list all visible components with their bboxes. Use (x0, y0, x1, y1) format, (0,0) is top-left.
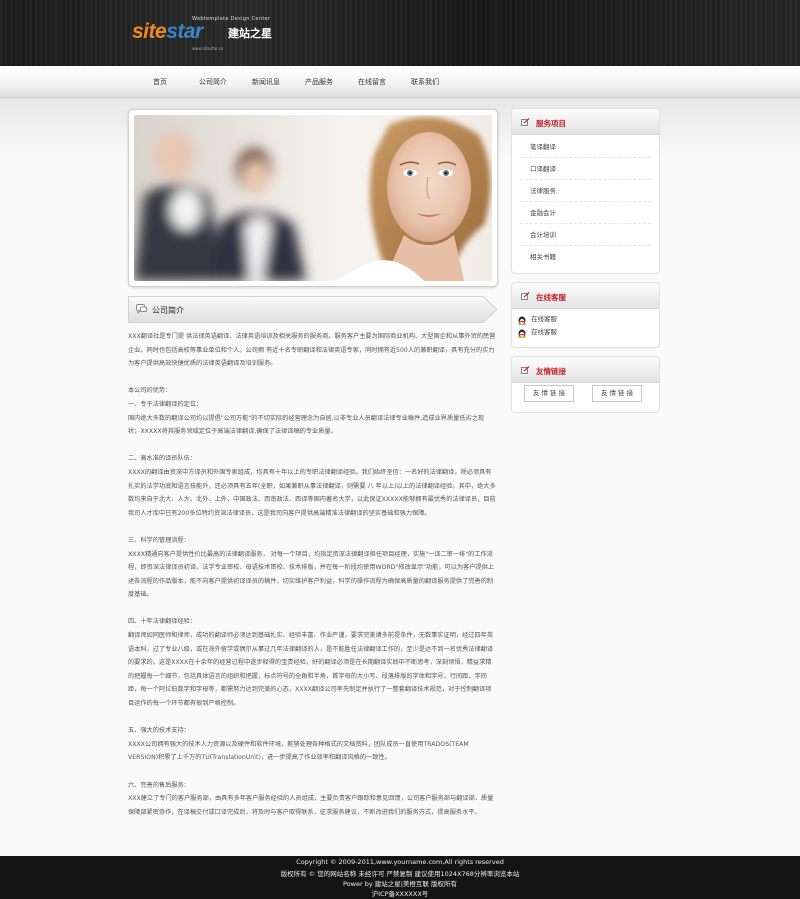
site-footer: Copyright © 2009-2011,www.yourname.com,A… (0, 856, 800, 899)
service-item-training[interactable]: 会计培训 (520, 224, 651, 246)
advantage-heading-3: 三、科学的管理流程： (128, 536, 190, 544)
logo-name-part1: site (132, 20, 167, 43)
support-item-1[interactable]: 在线客服 (515, 313, 659, 326)
nav-item-products[interactable]: 产品服务 (305, 77, 333, 87)
links-title: 友情链接 (536, 367, 566, 376)
friend-link-button-1[interactable]: 友 情 链 接 (524, 385, 574, 402)
advantage-body-6: XXX建立了专门的客户服务部，由具有多年客户服务经验的人员组成，主要负责客户跟踪… (128, 795, 494, 816)
support-header: 在线客服 (512, 283, 659, 309)
qq-icon (517, 329, 527, 338)
section-heading: 公司简介 (128, 296, 498, 323)
edit-icon (521, 118, 530, 126)
service-item-oral[interactable]: 口译翻译 (520, 158, 651, 180)
friend-link-button-2[interactable]: 友 情 链 接 (592, 385, 642, 402)
advantage-heading-5: 五、强大的技术支持： (128, 727, 190, 735)
logo-url: www.sitestar.cn (192, 46, 224, 51)
footer-rights: 版权所有 © 您的网站名称 未经许可 严禁复制 建议使用1024X768分辨率浏… (280, 870, 520, 878)
banner-image (134, 115, 492, 281)
support-title: 在线客服 (536, 293, 566, 302)
services-box: 服务项目 笔译翻译 口译翻译 法律服务 金融会计 会计培训 相关书籍 (511, 108, 660, 274)
logo-tagline: Webtemplate Design Center (192, 16, 271, 22)
service-item-finance[interactable]: 金融会计 (520, 202, 651, 224)
service-item-written[interactable]: 笔译翻译 (520, 136, 651, 158)
advantage-heading-4: 四、十年法律翻译经验： (128, 618, 197, 626)
nav-item-home[interactable]: 首页 (153, 77, 167, 87)
links-header: 友情链接 (512, 357, 659, 383)
edit-icon (521, 292, 530, 300)
intro-paragraph: XXX翻译社是专门提 供法律英语翻译、法律英语培训及相关服务的服务商。服务客户主… (128, 333, 496, 368)
advantage-heading-1: 一、专于法律翻译的定位： (128, 400, 203, 408)
chat-bubble-icon (136, 304, 147, 314)
support-item-2[interactable]: 在线客服 (515, 326, 659, 339)
company-intro-article: XXX翻译社是专门提 供法律英语翻译、法律英语培训及相关服务的服务商。服务客户主… (128, 330, 496, 819)
section-title: 公司简介 (152, 306, 184, 315)
links-box: 友情链接 友 情 链 接 友 情 链 接 (511, 356, 660, 413)
site-header: Webtemplate Design Center sitestar 建站之星 … (0, 0, 800, 66)
services-header: 服务项目 (512, 109, 659, 135)
footer-powered-by: Power by 建站之星|美橙互联 版权所有 (342, 880, 457, 888)
logo-name-part2: star (166, 20, 203, 43)
support-list: 在线客服 在线客服 (512, 309, 659, 339)
nav-item-about[interactable]: 公司简介 (199, 77, 227, 87)
advantage-body-3: XXXX精通向客户提供性价比最高的法律翻译服务， 对每一个项目，均指定资深法律翻… (128, 550, 495, 599)
support-box: 在线客服 在线客服 在线客服 (511, 282, 660, 348)
support-item-label: 在线客服 (531, 315, 557, 323)
advantage-body-2: XXXX的翻译由资深中方译员和外国专家组成，均具有十年以上的专职法律翻译经验。我… (128, 468, 496, 517)
nav-item-news[interactable]: 新闻讯息 (252, 77, 280, 87)
footer-copyright: Copyright © 2009-2011,www.yourname.com,A… (296, 858, 504, 866)
advantage-body-4: 翻译师如同医师和律师，成功的翻译师必须达到基础扎实、经验丰富、作业严谨，要求完美… (128, 632, 494, 708)
main-nav: 首页 公司简介 新闻讯息 产品服务 在线留言 联系我们 (0, 66, 800, 98)
edit-icon (521, 366, 530, 374)
advantage-heading-6: 六、完善的售后服务： (128, 781, 190, 789)
banner-frame (128, 109, 498, 287)
advantage-heading-2: 二、高水准的译员队伍： (128, 455, 197, 463)
banner-photo (134, 117, 491, 281)
advantage-body-5: XXXX公司拥有强大的技术人力资源以及硬件和软件环境，能够处理各种格式的文档资料… (128, 740, 469, 762)
advantages-title: 本公司的优势： (128, 387, 172, 395)
footer-icp: 沪ICP备XXXXXX号 (371, 890, 429, 898)
logo-wordmark: sitestar (132, 20, 203, 44)
service-item-legal[interactable]: 法律服务 (520, 180, 651, 202)
services-title: 服务项目 (536, 119, 566, 128)
service-item-books[interactable]: 相关书籍 (520, 246, 651, 268)
nav-item-contact[interactable]: 联系我们 (411, 77, 439, 87)
nav-item-guestbook[interactable]: 在线留言 (358, 77, 386, 87)
support-item-label: 在线客服 (531, 328, 557, 336)
advantage-body-1: 国内绝大多数的翻译公司均以提倡"公司万能"的不切实际的经营理念为自居,以非专业人… (128, 414, 485, 436)
services-list: 笔译翻译 口译翻译 法律服务 金融会计 会计培训 相关书籍 (512, 135, 659, 268)
logo-name-cn: 建站之星 (228, 27, 272, 40)
qq-icon (517, 316, 527, 325)
